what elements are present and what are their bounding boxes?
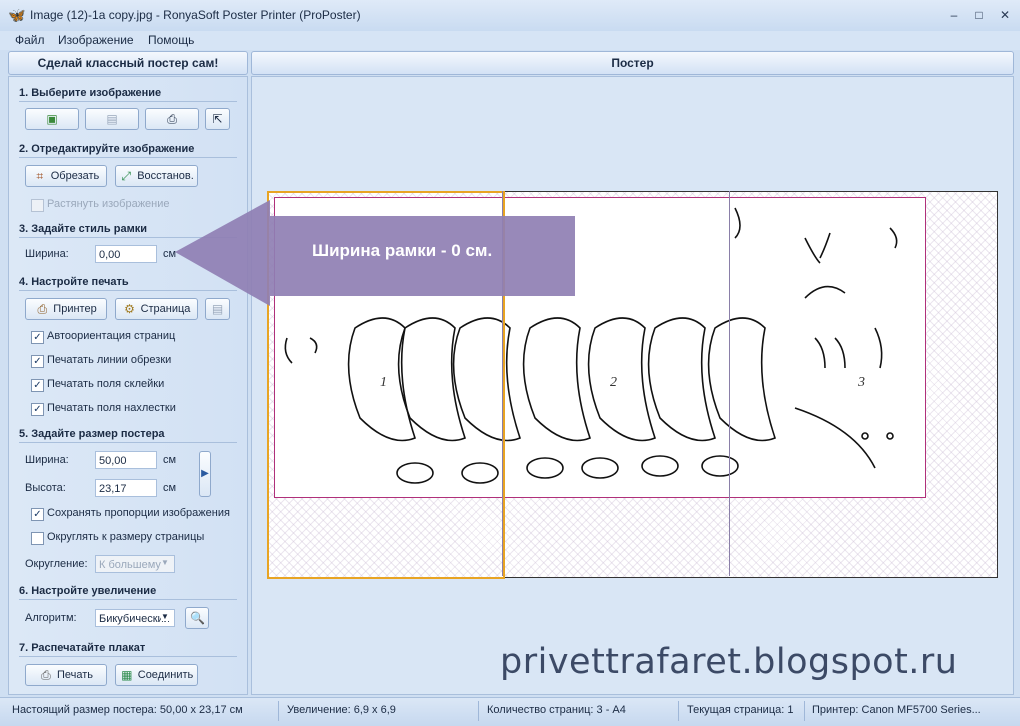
print-button[interactable]: ⎙ Печать (25, 664, 107, 686)
poster-header: Постер (251, 51, 1014, 75)
open-image-button[interactable]: ▣ (25, 108, 79, 130)
zoom-preview-button[interactable]: 🔍 (185, 607, 209, 629)
join-button[interactable]: ▦ Соединить (115, 664, 198, 686)
restore-button[interactable]: ⤢ Восстанов. (115, 165, 198, 187)
menu-image[interactable]: Изображение (58, 33, 134, 47)
auto-orient-checkbox[interactable]: ✓ (31, 331, 44, 344)
page-divider-2 (729, 191, 730, 576)
apply-size-button[interactable]: ▶ (199, 451, 211, 497)
external-link-icon: ⇱ (212, 112, 223, 126)
frame-width-input[interactable]: 0,00 (95, 245, 157, 263)
rounding-dropdown-icon[interactable]: ▼ (161, 558, 169, 567)
crop-icon: ⌗ (36, 169, 44, 183)
printer-icon: ⎙ (37, 302, 48, 316)
join-label: Соединить (137, 669, 194, 681)
left-panel-header: Сделай классный постер сам! (8, 51, 248, 75)
algorithm-label: Алгоритм: (25, 612, 77, 624)
poster-height-input[interactable]: 23,17 (95, 479, 157, 497)
poster-height-label: Высота: (25, 482, 66, 494)
status-printer: Принтер: Canon MF5700 Series... (812, 704, 981, 716)
frame-width-label: Ширина: (25, 248, 69, 260)
status-separator (278, 701, 279, 721)
section-7-title: 7. Распечатайте плакат (19, 642, 237, 657)
status-page-count: Количество страниц: 3 - A4 (487, 704, 626, 716)
join-icon: ▦ (121, 668, 133, 682)
crop-button[interactable]: ⌗ Обрезать (25, 165, 107, 187)
status-zoom: Увеличение: 6,9 x 6,9 (287, 704, 396, 716)
menu-bar: Файл Изображение Помощь (0, 31, 1020, 50)
status-separator (804, 701, 805, 721)
round-page-label: Округлять к размеру страницы (47, 531, 205, 543)
section-2-title: 2. Отредактируйте изображение (19, 143, 237, 158)
page-number-2: 2 (610, 375, 617, 390)
poster-height-unit: см (163, 482, 177, 494)
watermark-text: privettrafaret.blogspot.ru (500, 642, 958, 682)
image-icon: ▣ (46, 112, 58, 126)
settings-panel: 1. Выберите изображение ▣ ▤ ⎙ ⇱ 2. Отред… (8, 76, 248, 695)
crop-label: Обрезать (50, 170, 100, 182)
printer-button[interactable]: ⎙ Принтер (25, 298, 107, 320)
stretch-label: Растянуть изображение (47, 198, 170, 210)
poster-width-input[interactable]: 50,00 (95, 451, 157, 469)
cut-lines-label: Печатать линии обрезки (47, 354, 172, 366)
page-number-3: 3 (858, 375, 865, 390)
keep-ratio-label: Сохранять пропорции изображения (47, 507, 230, 519)
round-page-checkbox[interactable] (31, 532, 44, 545)
restore-label: Восстанов. (137, 170, 194, 182)
menu-help[interactable]: Помощь (148, 33, 194, 47)
title-bar: 🦋 Image (12)-1a copy.jpg - RonyaSoft Pos… (0, 0, 1020, 32)
poster-width-unit: см (163, 454, 177, 466)
section-6-title: 6. Настройте увеличение (19, 585, 237, 600)
export-button[interactable]: ⇱ (205, 108, 230, 130)
section-5-title: 5. Задайте размер постера (19, 428, 237, 443)
status-poster-size: Настоящий размер постера: 50,00 x 23,17 … (12, 704, 243, 716)
printer-label: Принтер (53, 303, 97, 315)
stretch-checkbox[interactable] (31, 199, 44, 212)
keep-ratio-checkbox[interactable]: ✓ (31, 508, 44, 521)
callout-text: Ширина рамки - 0 см. (312, 241, 493, 260)
status-current-page: Текущая страница: 1 (687, 704, 794, 716)
overlap-margins-checkbox[interactable]: ✓ (31, 403, 44, 416)
window-title: Image (12)-1a copy.jpg - RonyaSoft Poste… (30, 8, 361, 22)
minimize-button[interactable]: ‒ (945, 8, 963, 22)
auto-orient-label: Автоориентация страниц (47, 330, 176, 342)
clipboard-icon: ▤ (106, 112, 118, 126)
printer-icon: ⎙ (41, 668, 51, 682)
algorithm-value: Бикубический (99, 613, 170, 625)
section-1-title: 1. Выберите изображение (19, 87, 237, 102)
page-number-1: 1 (380, 375, 387, 390)
menu-file[interactable]: Файл (15, 33, 45, 47)
poster-width-label: Ширина: (25, 454, 69, 466)
rounding-label: Округление: (25, 558, 88, 570)
paste-image-button[interactable]: ▤ (85, 108, 139, 130)
status-bar: Настоящий размер постера: 50,00 x 23,17 … (0, 697, 1020, 726)
scanner-icon: ⎙ (167, 112, 177, 126)
cut-lines-checkbox[interactable]: ✓ (31, 355, 44, 368)
overlap-margins-label: Печатать поля нахлестки (47, 402, 176, 414)
restore-icon: ⤢ (121, 169, 131, 183)
close-button[interactable]: ✕ (996, 8, 1014, 22)
scan-image-button[interactable]: ⎙ (145, 108, 199, 130)
rounding-value: К большему (99, 559, 161, 571)
arrow-right-icon: ▶ (201, 468, 209, 479)
algorithm-dropdown-icon[interactable]: ▼ (161, 612, 169, 621)
magnifier-icon: 🔍 (190, 611, 205, 625)
status-separator (678, 701, 679, 721)
print-label: Печать (56, 669, 94, 681)
glue-margins-label: Печатать поля склейки (47, 378, 165, 390)
status-separator (478, 701, 479, 721)
page-settings-icon: ⚙ (124, 302, 135, 316)
maximize-button[interactable]: □ (970, 8, 988, 22)
glue-margins-checkbox[interactable]: ✓ (31, 379, 44, 392)
butterfly-app-icon: 🦋 (8, 7, 26, 23)
